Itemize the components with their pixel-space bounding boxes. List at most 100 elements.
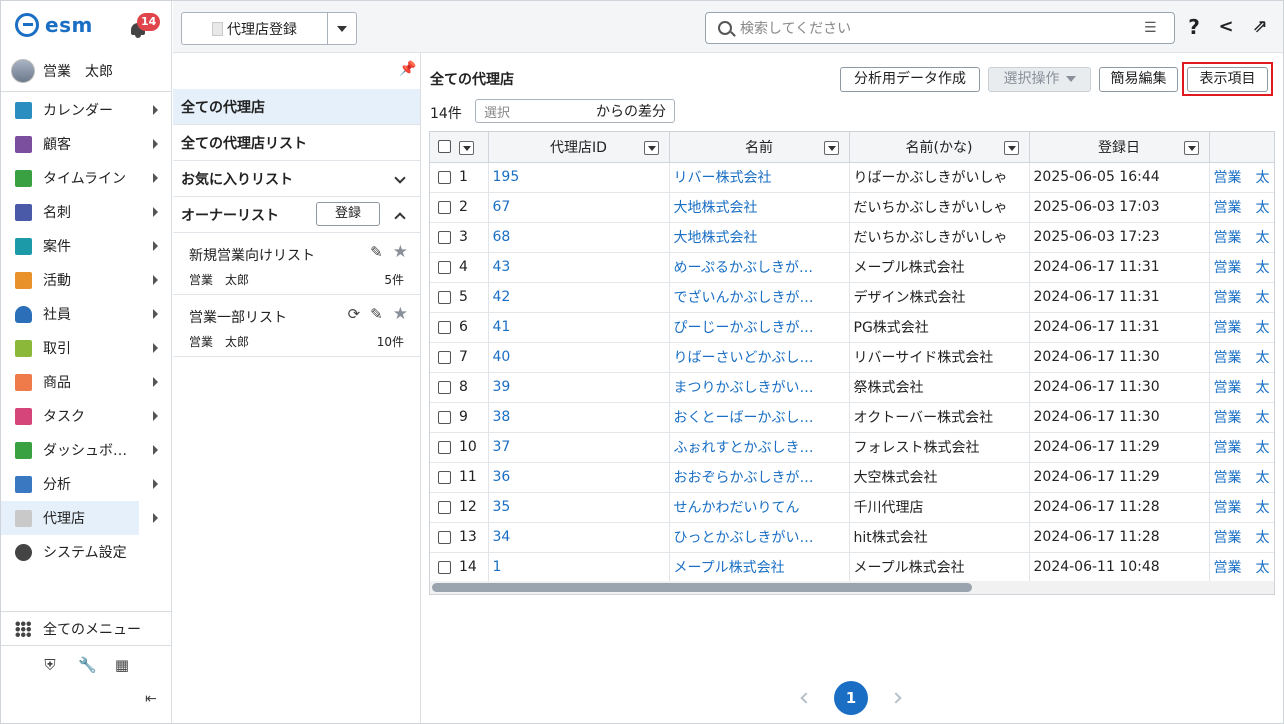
help-icon[interactable]: ? bbox=[1183, 15, 1205, 39]
column-header[interactable]: 代理店ID bbox=[488, 132, 670, 163]
agency-id-link[interactable]: 38 bbox=[488, 402, 670, 433]
table-row[interactable]: 4 43 めーぷるかぶしきが… メープル株式会社 2024-06-17 11:31 営業 … bbox=[430, 252, 1274, 283]
agency-name-link[interactable]: まつりかぶしきがい… bbox=[669, 372, 850, 403]
horizontal-scrollbar[interactable] bbox=[429, 581, 1275, 595]
agency-id-link[interactable]: 42 bbox=[488, 282, 670, 313]
register-agency-button[interactable]: 代理店登録 bbox=[182, 13, 328, 44]
shield-icon[interactable]: ⛨ bbox=[42, 657, 58, 673]
agency-id-link[interactable]: 1 bbox=[488, 552, 670, 583]
star-icon[interactable]: ★ bbox=[393, 305, 408, 323]
agency-name-link[interactable]: おくとーばーかぶし… bbox=[669, 402, 850, 433]
sidebar-item[interactable]: 案件 bbox=[1, 229, 171, 263]
sidebar-item[interactable]: 顧客 bbox=[1, 127, 171, 161]
table-row[interactable]: 12 35 せんかわだいりてん 千川代理店 2024-06-17 11:28 営業 太 bbox=[430, 492, 1274, 523]
table-row[interactable]: 11 36 おおぞらかぶしきが… 大空株式会社 2024-06-17 11:29 営業 太 bbox=[430, 462, 1274, 493]
header-dropdown[interactable] bbox=[458, 141, 474, 155]
agency-name-link[interactable]: おおぞらかぶしきが… bbox=[669, 462, 850, 493]
table-row[interactable]: 14 1 メープル株式会社 メープル株式会社 2024-06-11 10:48 営業 太 bbox=[430, 552, 1274, 583]
row-checkbox[interactable] bbox=[438, 170, 451, 184]
list-all-agency-lists[interactable]: 全ての代理店リスト bbox=[173, 125, 420, 161]
sidebar-item[interactable]: 社員 bbox=[1, 297, 171, 331]
sidebar-item[interactable]: 代理店 bbox=[1, 501, 158, 535]
agency-id-link[interactable]: 67 bbox=[488, 192, 670, 223]
owner-link[interactable]: 営業 太 bbox=[1209, 282, 1274, 313]
table-row[interactable]: 9 38 おくとーばーかぶし… オクトーバー株式会社 2024-06-17 11:30 営… bbox=[430, 402, 1274, 433]
agency-name-link[interactable]: せんかわだいりてん bbox=[669, 492, 850, 523]
sidebar-item[interactable]: 商品 bbox=[1, 365, 171, 399]
row-checkbox[interactable] bbox=[438, 470, 451, 484]
page-number-current[interactable]: 1 bbox=[834, 681, 868, 715]
table-row[interactable]: 5 42 でざいんかぶしきが… デザイン株式会社 2024-06-17 11:31 営業 … bbox=[430, 282, 1274, 313]
column-menu-icon[interactable] bbox=[643, 141, 659, 155]
agency-name-link[interactable]: でざいんかぶしきが… bbox=[669, 282, 850, 313]
owner-link[interactable]: 営業 太 bbox=[1209, 522, 1274, 553]
owner-link[interactable]: 営業 太 bbox=[1209, 552, 1274, 583]
sidebar-item[interactable]: システム設定 bbox=[1, 535, 171, 569]
row-checkbox[interactable] bbox=[438, 350, 451, 364]
logo[interactable]: esm bbox=[15, 13, 93, 37]
owner-link[interactable]: 営業 太 bbox=[1209, 222, 1274, 253]
agency-id-link[interactable]: 36 bbox=[488, 462, 670, 493]
list-favorites[interactable]: お気に入りリスト bbox=[173, 161, 420, 197]
list-all-agencies[interactable]: 全ての代理店 bbox=[173, 89, 420, 125]
owner-link[interactable]: 営業 太 bbox=[1209, 432, 1274, 463]
owner-link[interactable]: 営業 太 bbox=[1209, 342, 1274, 373]
table-row[interactable]: 6 41 ぴーじーかぶしきが… PG株式会社 2024-06-17 11:31 営業 太 bbox=[430, 312, 1274, 343]
next-page-icon[interactable] bbox=[890, 692, 902, 704]
sidebar-item[interactable]: 名刺 bbox=[1, 195, 171, 229]
scrollbar-thumb[interactable] bbox=[432, 583, 972, 592]
list-owner[interactable]: オーナーリスト 登録 bbox=[173, 197, 420, 233]
agency-id-link[interactable]: 68 bbox=[488, 222, 670, 253]
owner-link[interactable]: 営業 太 bbox=[1209, 162, 1274, 193]
sidebar-item[interactable]: 活動 bbox=[1, 263, 171, 297]
sub-list-item[interactable]: 新規営業向けリスト ✎ ★ 営業 太郎 5件 bbox=[173, 233, 420, 295]
agency-name-link[interactable]: メープル株式会社 bbox=[669, 552, 850, 583]
owner-link[interactable]: 営業 太 bbox=[1209, 192, 1274, 223]
sub-list-item[interactable]: 営業一部リスト ⟳ ✎ ★ 営業 太郎 10件 bbox=[173, 295, 420, 357]
sidebar-item[interactable]: 取引 bbox=[1, 331, 171, 365]
agency-name-link[interactable]: 大地株式会社 bbox=[669, 222, 850, 253]
agency-name-link[interactable]: ひっとかぶしきがい… bbox=[669, 522, 850, 553]
agency-name-link[interactable]: ぴーじーかぶしきが… bbox=[669, 312, 850, 343]
sidebar-item[interactable]: タイムライン bbox=[1, 161, 171, 195]
table-row[interactable]: 1 195 リバー株式会社 りばーかぶしきがいしゃ 2025-06-05 16:44 営業… bbox=[430, 162, 1274, 193]
owner-link[interactable]: 営業 太 bbox=[1209, 372, 1274, 403]
row-checkbox[interactable] bbox=[438, 410, 451, 424]
row-checkbox[interactable] bbox=[438, 290, 451, 304]
owner-link[interactable]: 営業 太 bbox=[1209, 462, 1274, 493]
row-checkbox[interactable] bbox=[438, 500, 451, 514]
agency-id-link[interactable]: 195 bbox=[488, 162, 670, 193]
create-analysis-data-button[interactable]: 分析用データ作成 bbox=[840, 67, 980, 92]
row-checkbox[interactable] bbox=[438, 530, 451, 544]
owner-register-button[interactable]: 登録 bbox=[316, 202, 380, 226]
row-checkbox[interactable] bbox=[438, 380, 451, 394]
agency-name-link[interactable]: ふぉれすとかぶしき… bbox=[669, 432, 850, 463]
quick-edit-button[interactable]: 簡易編集 bbox=[1099, 67, 1178, 92]
sidebar-item[interactable]: ダッシュボ… bbox=[1, 433, 171, 467]
filter-settings-icon[interactable]: ☰ bbox=[1144, 21, 1162, 35]
row-checkbox[interactable] bbox=[438, 230, 451, 244]
row-checkbox[interactable] bbox=[438, 560, 451, 574]
column-menu-icon[interactable] bbox=[1183, 141, 1199, 155]
film-icon[interactable]: ▦ bbox=[114, 657, 130, 673]
table-row[interactable]: 8 39 まつりかぶしきがい… 祭株式会社 2024-06-17 11:30 営業 太 bbox=[430, 372, 1274, 403]
agency-id-link[interactable]: 41 bbox=[488, 312, 670, 343]
column-header[interactable]: 名前(かな) bbox=[849, 132, 1030, 163]
column-header[interactable]: 登録日 bbox=[1029, 132, 1210, 163]
row-checkbox[interactable] bbox=[438, 200, 451, 214]
column-header[interactable]: 登 bbox=[1209, 132, 1274, 163]
table-row[interactable]: 7 40 りばーさいどかぶし… リバーサイド株式会社 2024-06-17 11:30 営… bbox=[430, 342, 1274, 373]
table-row[interactable]: 2 67 大地株式会社 だいちかぶしきがいしゃ 2025-06-03 17:03 営業 太 bbox=[430, 192, 1274, 223]
edit-icon[interactable]: ✎ bbox=[370, 305, 383, 323]
table-row[interactable]: 3 68 大地株式会社 だいちかぶしきがいしゃ 2025-06-03 17:23 営業 太 bbox=[430, 222, 1274, 253]
register-dropdown-button[interactable] bbox=[328, 13, 356, 44]
agency-id-link[interactable]: 37 bbox=[488, 432, 670, 463]
row-checkbox[interactable] bbox=[438, 260, 451, 274]
owner-link[interactable]: 営業 太 bbox=[1209, 402, 1274, 433]
row-checkbox[interactable] bbox=[438, 320, 451, 334]
agency-id-link[interactable]: 39 bbox=[488, 372, 670, 403]
diff-selector[interactable]: 選択 からの差分 bbox=[475, 99, 675, 123]
agency-id-link[interactable]: 40 bbox=[488, 342, 670, 373]
column-menu-icon[interactable] bbox=[823, 141, 839, 155]
agency-id-link[interactable]: 35 bbox=[488, 492, 670, 523]
